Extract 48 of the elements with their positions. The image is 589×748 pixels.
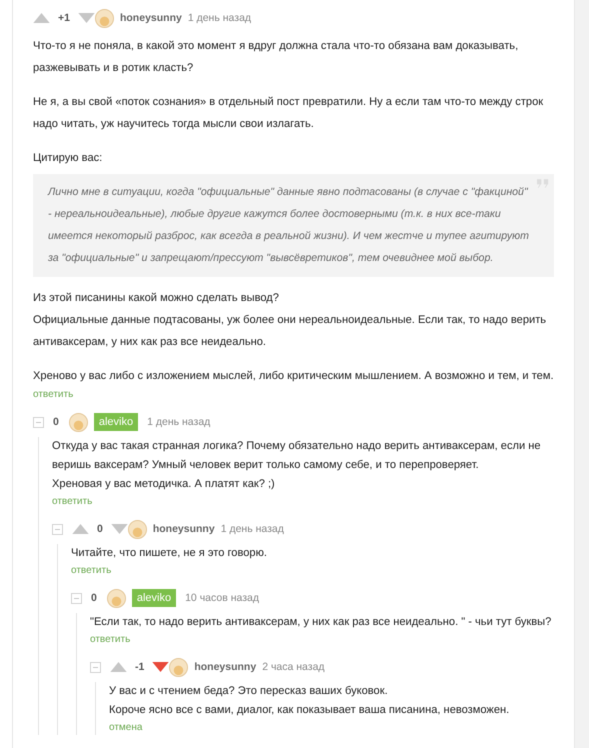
comment-text: Откуда у вас такая странная логика? Почему обязательно надо верить антиваксерам, если не веришь ваксерам? Умный человек верит только самому себе, и то перепроверяет. <box>52 439 542 473</box>
reply-link[interactable]: отмена <box>109 721 554 735</box>
collapse-button[interactable] <box>90 662 101 672</box>
score: 0 <box>53 416 59 428</box>
author-link[interactable]: honeysunny <box>194 661 256 673</box>
comment-time: 1 день назад <box>220 523 284 535</box>
author-link[interactable]: honeysunny <box>152 523 215 535</box>
collapse-button[interactable] <box>52 524 63 534</box>
avatar-icon[interactable] <box>169 658 188 676</box>
upvote-button[interactable] <box>72 524 89 534</box>
comment-text: Читайте, что пишете, не я это говорю. <box>71 546 268 561</box>
comment-text: Хреновая у вас методичка. А платят как? ;) <box>52 477 276 492</box>
avatar-icon[interactable] <box>128 520 147 538</box>
upvote-button[interactable] <box>33 13 50 23</box>
reply-link[interactable]: ответить <box>90 633 554 647</box>
score: -1 <box>135 661 144 673</box>
upvote-button[interactable] <box>110 662 127 672</box>
comment-time: 1 день назад <box>147 416 210 428</box>
author-badge[interactable]: aleviko <box>94 413 138 431</box>
comment-time: 1 день назад <box>188 12 252 24</box>
reply-link[interactable]: ответить <box>71 564 554 578</box>
comment-text: "Если так, то надо верить антиваксерам, у них как раз все неидеально. " - чьи тут буквы? <box>90 615 552 630</box>
comment-text: Хреново у вас либо с изложением мыслей, либо критическим мышлением. А возможно и тем, и тем. <box>33 369 554 384</box>
score: 0 <box>97 523 103 535</box>
collapse-button[interactable] <box>33 416 44 428</box>
comment-text: Не я, а вы свой «поток сознания» в отдельный пост превратили. Ну а если там что-то между строк надо читать, уж научитесь тогда мысли свои излагать. <box>33 95 544 132</box>
quote-block: Лично мне в ситуации, когда "официальные" данные явно подтасованы (в случае с "факциной" - нереальноидеальные), любые другие кажутся более достоверными (т.к. в них все-таки имеется некоторый разброс, как всегда в реальной жизни). И чем жестче и тупее агитируют за "официальные" и запрещают/прессуют "вывсёвретиков", тем очевиднее мой выбор. <box>33 174 554 277</box>
comment-text: Короче ясно все с вами, диалог, как показывает ваша писанина, невозможен. <box>109 703 510 718</box>
comment-text: Цитирую вас: <box>33 151 104 166</box>
comment-text: Из этой писанины какой можно сделать вывод? <box>33 291 280 306</box>
reply-link[interactable]: ответить <box>52 495 554 509</box>
author-badge[interactable]: aleviko <box>132 589 176 607</box>
downvote-button[interactable] <box>152 662 170 672</box>
comment-time: 2 часа назад <box>262 661 325 673</box>
score: 0 <box>91 592 97 604</box>
author-link[interactable]: honeysunny <box>120 12 182 24</box>
avatar-icon[interactable] <box>94 8 114 28</box>
avatar-icon[interactable] <box>68 412 88 432</box>
score: +1 <box>58 12 70 24</box>
comment-text: Официальные данные подтасованы, уж более они нереальноидеальные. Если так, то надо верить антиваксерам, у них как раз все неидеально. <box>33 313 548 350</box>
comment-time: 10 часов назад <box>185 592 260 604</box>
comment-text: У вас и с чтением беда? Это пересказ ваших буковок. <box>109 684 389 699</box>
collapse-button[interactable] <box>71 592 82 604</box>
downvote-button[interactable] <box>110 524 128 534</box>
comment-text: Что-то я не поняла, в какой это момент я вдруг должна стала что-то обязана вам доказывать, разжевывать и в ротик класть? <box>33 39 520 76</box>
downvote-button[interactable] <box>78 13 95 23</box>
reply-link[interactable]: ответить <box>33 388 554 402</box>
avatar-icon[interactable] <box>106 588 126 608</box>
